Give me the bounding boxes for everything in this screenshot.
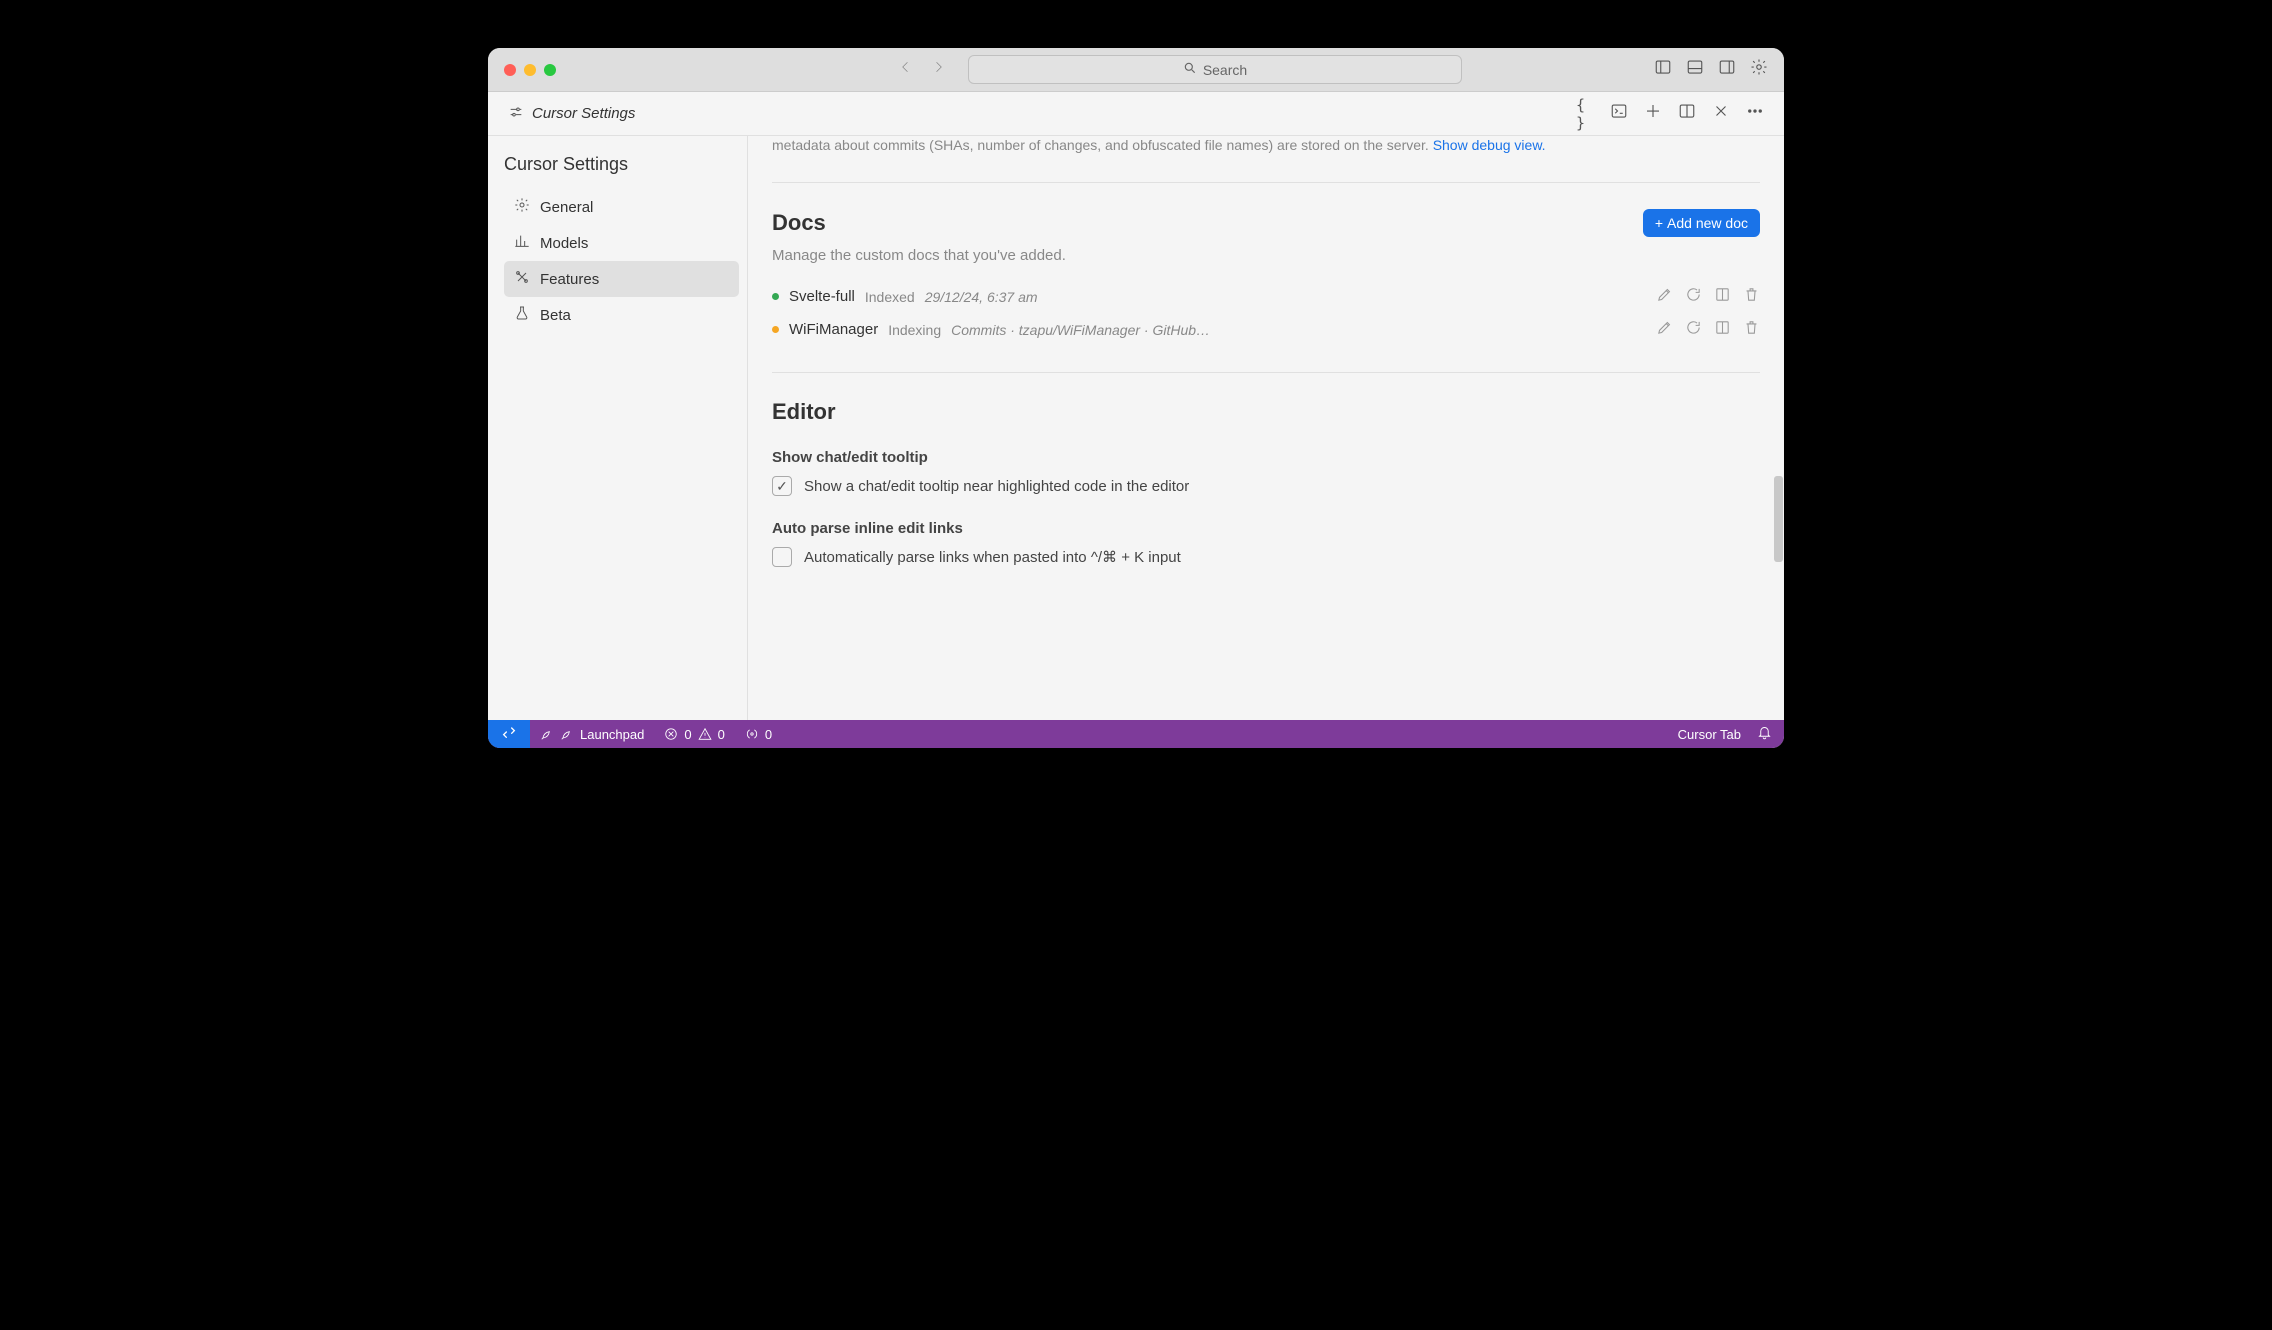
doc-status: Indexing bbox=[888, 322, 941, 338]
docs-heading: Docs bbox=[772, 210, 826, 236]
sidebar-item-label: General bbox=[540, 199, 593, 216]
auto-parse-links-checkbox[interactable] bbox=[772, 547, 792, 567]
sidebar-title: Cursor Settings bbox=[504, 150, 739, 189]
doc-row: WiFiManager Indexing Commits · tzapu/WiF… bbox=[772, 313, 1760, 346]
docs-description: Manage the custom docs that you've added… bbox=[772, 247, 1760, 264]
setting-group: Auto parse inline edit links Automatical… bbox=[772, 520, 1760, 567]
nav-back-button[interactable] bbox=[896, 58, 914, 81]
launchpad-label: Launchpad bbox=[580, 727, 644, 742]
nav-forward-button[interactable] bbox=[930, 58, 948, 81]
terminal-icon[interactable] bbox=[1610, 102, 1628, 125]
tools-icon bbox=[514, 269, 530, 289]
flask-icon bbox=[514, 305, 530, 325]
sidebar-item-models[interactable]: Models bbox=[504, 225, 739, 261]
search-placeholder: Search bbox=[1203, 62, 1247, 78]
book-icon[interactable] bbox=[1714, 286, 1731, 307]
doc-meta: 29/12/24, 6:37 am bbox=[925, 289, 1038, 305]
tab-title: Cursor Settings bbox=[532, 105, 635, 122]
panel-bottom-icon[interactable] bbox=[1686, 58, 1704, 81]
doc-name: Svelte-full bbox=[789, 288, 855, 305]
doc-row: Svelte-full Indexed 29/12/24, 6:37 am bbox=[772, 280, 1760, 313]
refresh-icon[interactable] bbox=[1685, 319, 1702, 340]
panel-right-icon[interactable] bbox=[1718, 58, 1736, 81]
status-dot-icon bbox=[772, 293, 779, 300]
trash-icon[interactable] bbox=[1743, 286, 1760, 307]
divider bbox=[772, 182, 1760, 183]
window-controls bbox=[504, 64, 556, 76]
status-dot-icon bbox=[772, 326, 779, 333]
edit-icon[interactable] bbox=[1656, 319, 1673, 340]
gear-icon[interactable] bbox=[1750, 58, 1768, 81]
more-icon[interactable] bbox=[1746, 102, 1764, 125]
settings-main: metadata about commits (SHAs, number of … bbox=[748, 136, 1784, 720]
doc-status: Indexed bbox=[865, 289, 915, 305]
checkbox-label: Automatically parse links when pasted in… bbox=[804, 548, 1181, 566]
codebase-info-text: metadata about commits (SHAs, number of … bbox=[772, 136, 1760, 156]
sidebar-item-label: Beta bbox=[540, 307, 571, 324]
refresh-icon[interactable] bbox=[1685, 286, 1702, 307]
titlebar: Search bbox=[488, 48, 1784, 92]
cursor-tab-button[interactable]: Cursor Tab bbox=[1678, 727, 1741, 742]
settings-sidebar: Cursor Settings General Models Features … bbox=[488, 136, 748, 720]
sidebar-item-beta[interactable]: Beta bbox=[504, 297, 739, 333]
sidebar-item-label: Features bbox=[540, 271, 599, 288]
ports-count: 0 bbox=[765, 727, 772, 742]
bell-icon[interactable] bbox=[1757, 725, 1772, 743]
minimize-window-button[interactable] bbox=[524, 64, 536, 76]
remote-button[interactable] bbox=[488, 720, 530, 748]
maximize-window-button[interactable] bbox=[544, 64, 556, 76]
sidebar-item-label: Models bbox=[540, 235, 588, 252]
setting-title: Auto parse inline edit links bbox=[772, 520, 1760, 537]
setting-group: Show chat/edit tooltip Show a chat/edit … bbox=[772, 449, 1760, 496]
trash-icon[interactable] bbox=[1743, 319, 1760, 340]
add-new-doc-label: Add new doc bbox=[1667, 215, 1748, 231]
statusbar: Launchpad 0 0 0 Cursor Tab bbox=[488, 720, 1784, 748]
show-tooltip-checkbox[interactable] bbox=[772, 476, 792, 496]
diff-icon[interactable] bbox=[1644, 102, 1662, 125]
tabbar: Cursor Settings { } bbox=[488, 92, 1784, 136]
chart-icon bbox=[514, 233, 530, 253]
doc-name: WiFiManager bbox=[789, 321, 878, 338]
sliders-icon bbox=[508, 104, 524, 124]
scrollbar-thumb[interactable] bbox=[1774, 476, 1783, 562]
checkbox-label: Show a chat/edit tooltip near highlighte… bbox=[804, 478, 1189, 495]
sidebar-item-general[interactable]: General bbox=[504, 189, 739, 225]
close-window-button[interactable] bbox=[504, 64, 516, 76]
error-count: 0 bbox=[684, 727, 691, 742]
setting-title: Show chat/edit tooltip bbox=[772, 449, 1760, 466]
panel-left-icon[interactable] bbox=[1654, 58, 1672, 81]
app-window: Search Cursor Settings { } Cursor Settin… bbox=[488, 48, 1784, 748]
plus-icon: + bbox=[1655, 215, 1663, 231]
search-icon bbox=[1183, 61, 1197, 78]
book-icon[interactable] bbox=[1714, 319, 1731, 340]
split-editor-icon[interactable] bbox=[1678, 102, 1696, 125]
add-new-doc-button[interactable]: + Add new doc bbox=[1643, 209, 1760, 237]
doc-meta: Commits · tzapu/WiFiManager · GitHub… bbox=[951, 322, 1210, 338]
problems-button[interactable]: 0 0 bbox=[654, 720, 734, 748]
sidebar-item-features[interactable]: Features bbox=[504, 261, 739, 297]
divider bbox=[772, 372, 1760, 373]
gear-icon bbox=[514, 197, 530, 217]
ports-button[interactable]: 0 bbox=[735, 720, 782, 748]
braces-icon[interactable]: { } bbox=[1576, 105, 1594, 123]
edit-icon[interactable] bbox=[1656, 286, 1673, 307]
editor-heading: Editor bbox=[772, 399, 1760, 425]
close-tab-icon[interactable] bbox=[1712, 102, 1730, 125]
show-debug-link[interactable]: Show debug view. bbox=[1433, 137, 1546, 153]
search-input[interactable]: Search bbox=[968, 55, 1462, 84]
warning-count: 0 bbox=[718, 727, 725, 742]
active-tab[interactable]: Cursor Settings bbox=[508, 104, 635, 124]
launchpad-button[interactable]: Launchpad bbox=[530, 720, 654, 748]
